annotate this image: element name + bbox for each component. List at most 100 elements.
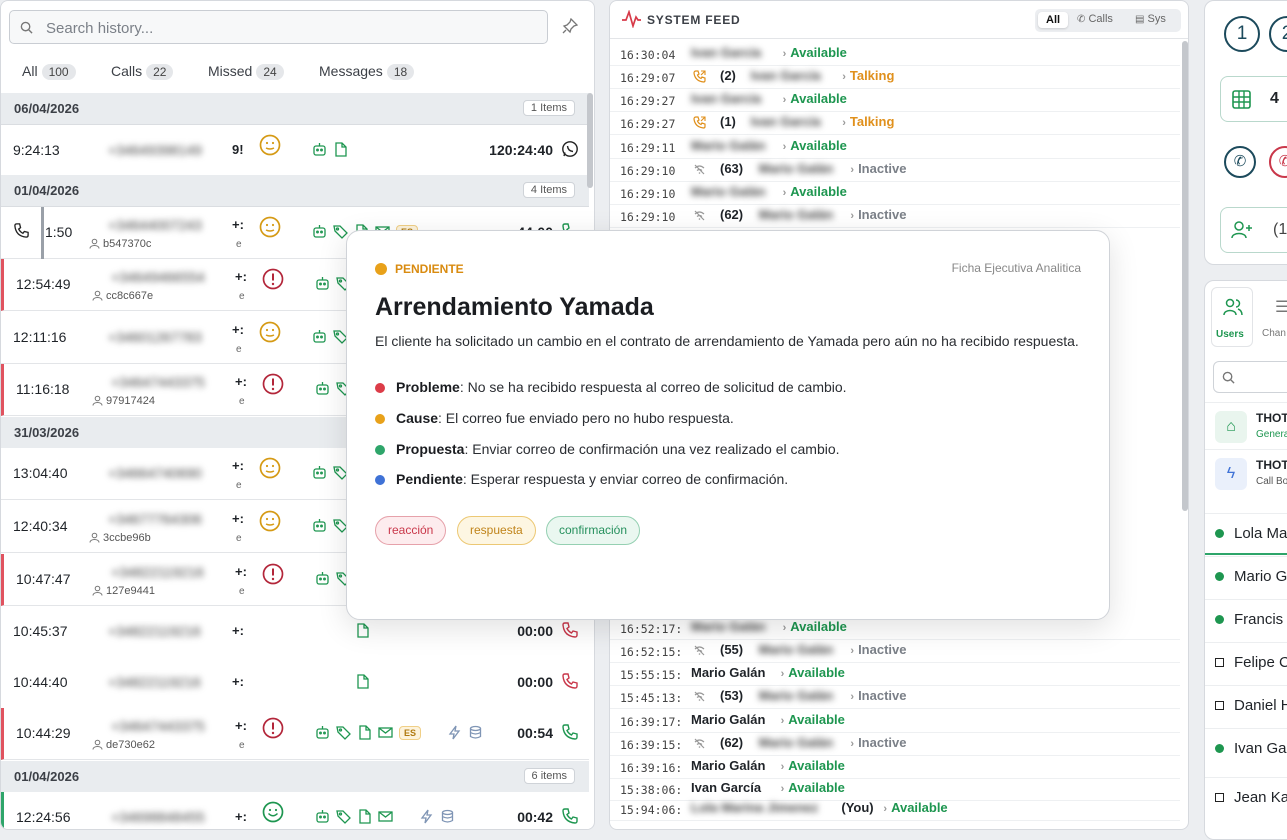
phone-number[interactable]: +34649398149 xyxy=(108,142,202,158)
tab-messages[interactable]: Messages 18 xyxy=(319,63,415,80)
mail-icon[interactable] xyxy=(378,725,393,740)
tab-channels[interactable]: ☰ Chan xyxy=(1261,287,1287,347)
tag-icon[interactable] xyxy=(336,725,351,740)
feed-line[interactable]: 16:29:10 (63) Mario Galán › Inactive xyxy=(610,159,1180,182)
robot-icon[interactable] xyxy=(315,571,330,586)
doc-icon[interactable] xyxy=(355,674,370,689)
search-input[interactable]: Search history... xyxy=(9,10,548,44)
robot-icon[interactable] xyxy=(315,276,330,291)
feed-line[interactable]: 16:29:10 Mario Galán › Available xyxy=(610,182,1180,205)
feed-user[interactable]: Mario Galán xyxy=(691,758,765,773)
user-row[interactable]: Daniel H xyxy=(1205,685,1287,727)
feed-user[interactable]: Lola Marina Jimenez xyxy=(691,800,818,815)
phone-number[interactable]: +34647443375 xyxy=(111,374,205,390)
phone-number[interactable]: +34822119216 xyxy=(111,564,204,580)
feed-user[interactable]: Ivan García xyxy=(751,68,821,83)
feed-user[interactable]: Ivan García xyxy=(691,45,761,60)
feed-line[interactable]: 15:55:15: Mario Galán › Available xyxy=(610,663,1180,686)
feed-user[interactable]: Ivan García xyxy=(691,91,761,106)
phone-number[interactable]: +34677764306 xyxy=(108,511,202,527)
feed-line[interactable]: 16:29:11 Mario Galán › Available xyxy=(610,136,1180,159)
history-scrollbar[interactable] xyxy=(587,93,593,188)
robot-icon[interactable] xyxy=(312,465,327,480)
feed-line[interactable]: 15:45:13: (53) Mario Galán › Inactive xyxy=(610,686,1180,709)
feed-user[interactable]: Mario Galán xyxy=(691,712,765,727)
phone-number[interactable]: +34822119216 xyxy=(108,623,201,639)
feed-line[interactable]: 16:39:17: Mario Galán › Available xyxy=(610,710,1180,733)
tag-icon[interactable] xyxy=(336,809,351,824)
tag-chip[interactable]: confirmación xyxy=(546,516,641,545)
feed-line[interactable]: 16:29:07 (2) Ivan García › Talking xyxy=(610,66,1180,89)
history-row[interactable]: 12:24:56 +34698848455 +: 00:42 xyxy=(1,792,589,829)
user-row[interactable]: Francis xyxy=(1205,599,1287,641)
doc-icon[interactable] xyxy=(357,809,372,824)
history-row[interactable]: 10:44:40 +34822119216 +: 00:00 xyxy=(1,657,589,709)
feed-line[interactable]: 16:29:27 (1) Ivan García › Talking xyxy=(610,112,1180,135)
robot-icon[interactable] xyxy=(312,142,327,157)
history-row[interactable]: 10:44:29 +34647443375 de730e62 +: e ES 00:54 xyxy=(1,708,589,760)
filter-all[interactable]: All xyxy=(1038,12,1069,28)
tab-users[interactable]: Users xyxy=(1211,287,1253,347)
feed-line[interactable]: 16:39:15: (62) Mario Galán › Inactive xyxy=(610,733,1180,756)
feed-user[interactable]: Mario Galán xyxy=(691,184,765,199)
feed-line[interactable]: 16:52:15: (55) Mario Galán › Inactive xyxy=(610,640,1180,663)
incoming-call-icon[interactable] xyxy=(561,723,579,741)
feed-user[interactable]: Ivan García xyxy=(751,114,821,129)
phone-number[interactable]: +34698848455 xyxy=(111,809,205,825)
tag-chip[interactable]: reacción xyxy=(375,516,447,545)
pin-icon[interactable] xyxy=(562,18,578,34)
feed-user[interactable]: Mario Galán xyxy=(691,665,765,680)
mail-icon[interactable] xyxy=(378,809,393,824)
user-row[interactable]: Mario G xyxy=(1205,556,1287,598)
user-row[interactable]: Jean Ka xyxy=(1205,777,1287,819)
feed-line[interactable]: 16:52:17: Mario Galán › Available xyxy=(610,617,1180,640)
db-icon[interactable] xyxy=(440,809,455,824)
doc-icon[interactable] xyxy=(355,623,370,638)
phone-number[interactable]: +34647443375 xyxy=(111,718,205,734)
phone-number[interactable]: +34649466554 xyxy=(111,269,205,285)
missed-call-icon[interactable] xyxy=(561,672,579,690)
incoming-call-icon[interactable]: ✆ xyxy=(1224,146,1256,178)
tab-missed[interactable]: Missed 24 xyxy=(208,63,284,80)
user-row[interactable]: Felipe C xyxy=(1205,642,1287,684)
user-search-input[interactable] xyxy=(1213,361,1287,393)
doc-icon[interactable] xyxy=(333,142,348,157)
phone-number[interactable]: +34644007243 xyxy=(108,217,202,233)
tag-chip[interactable]: respuesta xyxy=(457,516,536,545)
history-row[interactable]: 9:24:13 +34649398149 9! 120:24:40 xyxy=(1,125,589,177)
bolt-icon[interactable] xyxy=(447,725,462,740)
doc-icon[interactable] xyxy=(357,725,372,740)
robot-icon[interactable] xyxy=(315,381,330,396)
feed-line[interactable]: 16:29:10 (62) Mario Galán › Inactive xyxy=(610,205,1180,228)
feed-user[interactable]: Mario Galán xyxy=(759,688,833,703)
user-row[interactable]: Lola Ma xyxy=(1205,513,1287,555)
feed-user[interactable]: Mario Galán xyxy=(759,207,833,222)
feed-scrollbar[interactable] xyxy=(1182,41,1188,511)
feed-user[interactable]: Mario Galán xyxy=(691,619,765,634)
tag-icon[interactable] xyxy=(333,224,348,239)
feed-line[interactable]: 16:30:04 Ivan García › Available xyxy=(610,43,1180,66)
add-user-button[interactable]: (19 xyxy=(1220,207,1287,253)
grid-counter[interactable]: 4 xyxy=(1220,76,1287,122)
db-icon[interactable] xyxy=(468,725,483,740)
counter-circle[interactable]: 2 xyxy=(1269,16,1287,52)
robot-icon[interactable] xyxy=(312,518,327,533)
bot-row[interactable]: ϟ THOT Call Bo xyxy=(1205,449,1287,495)
filter-sys[interactable]: ▤ Sys xyxy=(1135,13,1166,25)
feed-user[interactable]: Mario Galán xyxy=(759,161,833,176)
robot-icon[interactable] xyxy=(312,224,327,239)
phone-number[interactable]: +34822119216 xyxy=(108,674,201,690)
feed-line[interactable]: 16:39:16: Mario Galán › Available xyxy=(610,756,1180,779)
whatsapp-icon[interactable] xyxy=(561,140,579,158)
robot-icon[interactable] xyxy=(315,725,330,740)
counter-circle[interactable]: 1 xyxy=(1224,16,1260,52)
feed-line[interactable]: 15:94:06: Lola Marina Jimenez (You) › Availa… xyxy=(610,798,1180,821)
missed-call-icon[interactable]: ✆ xyxy=(1269,146,1287,178)
feed-line[interactable]: 16:29:27 Ivan García › Available xyxy=(610,89,1180,112)
filter-calls[interactable]: ✆ Calls xyxy=(1077,13,1113,25)
tab-all[interactable]: All 100 xyxy=(22,63,76,80)
missed-call-icon[interactable] xyxy=(561,621,579,639)
bot-row[interactable]: ⌂ THOT Genera xyxy=(1205,402,1287,448)
feed-user[interactable]: Mario Galán xyxy=(759,735,833,750)
tab-calls[interactable]: Calls 22 xyxy=(111,63,174,80)
